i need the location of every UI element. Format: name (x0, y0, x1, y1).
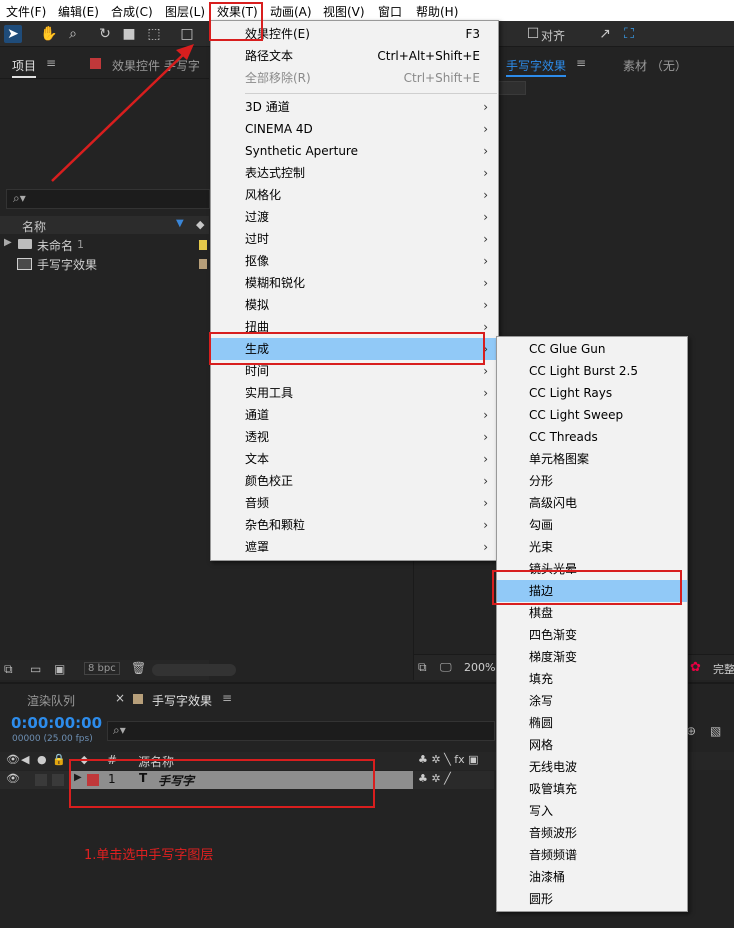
annotation-arrow (51, 44, 194, 182)
